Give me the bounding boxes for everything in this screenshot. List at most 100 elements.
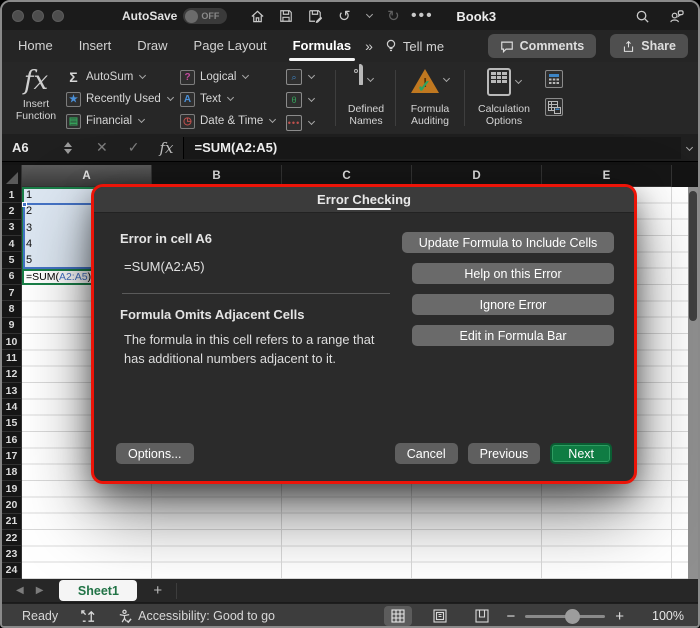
lookup-reference-menu[interactable]: ⌕ (286, 68, 314, 86)
options-button[interactable]: Options... (116, 443, 194, 464)
row-header-19[interactable]: 19 (2, 481, 22, 497)
autosum-menu[interactable]: Σ AutoSum (66, 68, 173, 86)
row-header-9[interactable]: 9 (2, 318, 22, 334)
zoom-out-button[interactable]: − (506, 608, 515, 625)
prev-sheet-icon[interactable]: ◀ (16, 585, 24, 596)
undo-icon[interactable]: ↺ (336, 8, 352, 24)
column-header-B[interactable]: B (152, 165, 282, 187)
autosave-toggle[interactable]: OFF (183, 8, 227, 24)
row-header-24[interactable]: 24 (2, 563, 22, 579)
cancel-entry-icon[interactable]: ✕ (96, 139, 108, 156)
comments-button[interactable]: Comments (488, 34, 597, 58)
vertical-scrollbar[interactable] (688, 187, 698, 579)
row-header-18[interactable]: 18 (2, 465, 22, 481)
row-header-23[interactable]: 23 (2, 546, 22, 562)
accessibility-icon[interactable] (117, 609, 132, 624)
add-sheet-button[interactable]: + (153, 582, 162, 599)
edit-in-formula-bar-button[interactable]: Edit in Formula Bar (412, 325, 614, 346)
row-header-14[interactable]: 14 (2, 399, 22, 415)
calculation-options-button[interactable]: Calculation Options (468, 66, 540, 127)
page-break-view-icon[interactable] (468, 606, 496, 626)
tell-me-control[interactable]: Tell me (385, 39, 444, 54)
tab-overflow-icon[interactable]: » (365, 38, 371, 54)
column-header-D[interactable]: D (412, 165, 542, 187)
calculate-now-icon[interactable] (545, 70, 563, 88)
financial-menu[interactable]: ▤ Financial (66, 112, 173, 130)
help-on-error-button[interactable]: Help on this Error (412, 263, 614, 284)
row-header-10[interactable]: 10 (2, 334, 22, 350)
insert-function-fx-icon[interactable]: fx (159, 139, 173, 157)
row-header-2[interactable]: 2 (2, 203, 22, 219)
zoom-in-button[interactable]: + (615, 608, 624, 625)
name-box-stepper[interactable] (64, 142, 72, 154)
row-header-15[interactable]: 15 (2, 416, 22, 432)
tab-page-layout[interactable]: Page Layout (194, 32, 267, 61)
previous-button[interactable]: Previous (468, 443, 541, 464)
formula-bar-expand-icon[interactable] (686, 144, 693, 151)
calculate-sheet-icon[interactable] (545, 98, 563, 116)
tab-formulas[interactable]: Formulas (293, 32, 352, 61)
defined-names-button[interactable]: Defined Names (340, 66, 392, 127)
normal-view-icon[interactable] (384, 606, 412, 626)
defined-names-icon (359, 66, 363, 84)
row-header-16[interactable]: 16 (2, 432, 22, 448)
recently-used-menu[interactable]: ★ Recently Used (66, 90, 173, 108)
date-time-menu[interactable]: ◷ Date & Time (180, 112, 275, 130)
column-header-E[interactable]: E (542, 165, 672, 187)
close-window-button[interactable] (12, 10, 24, 22)
ignore-error-button[interactable]: Ignore Error (412, 294, 614, 315)
text-menu[interactable]: A Text (180, 90, 275, 108)
more-commands-icon[interactable]: ••• (414, 8, 430, 24)
autosave-control[interactable]: AutoSave OFF (122, 8, 227, 24)
formula-input[interactable]: =SUM(A2:A5) (183, 137, 681, 159)
row-header-13[interactable]: 13 (2, 383, 22, 399)
save-icon[interactable] (278, 8, 294, 24)
dialog-titlebar[interactable]: Error Checking (94, 187, 634, 213)
update-formula-button[interactable]: Update Formula to Include Cells (402, 232, 614, 253)
zoom-window-button[interactable] (52, 10, 64, 22)
row-header-5[interactable]: 5 (2, 252, 22, 268)
row-header-1[interactable]: 1 (2, 187, 22, 203)
row-header-6[interactable]: 6 (2, 269, 22, 285)
logical-menu[interactable]: ? Logical (180, 68, 275, 86)
home-icon[interactable] (249, 8, 265, 24)
row-header-21[interactable]: 21 (2, 514, 22, 530)
column-header-C[interactable]: C (282, 165, 412, 187)
row-header-4[interactable]: 4 (2, 236, 22, 252)
next-sheet-icon[interactable]: ▶ (36, 585, 44, 596)
undo-menu-chevron-icon[interactable] (366, 11, 373, 18)
select-all-corner[interactable] (2, 165, 22, 187)
insert-function-button[interactable]: fx Insert Function (8, 66, 64, 122)
row-header-7[interactable]: 7 (2, 285, 22, 301)
next-button[interactable]: Next (550, 443, 612, 464)
search-icon[interactable] (634, 8, 650, 24)
tab-insert[interactable]: Insert (79, 32, 112, 61)
row-header-11[interactable]: 11 (2, 350, 22, 366)
tab-home[interactable]: Home (18, 32, 53, 61)
zoom-slider[interactable] (525, 615, 605, 618)
sheet-tab-sheet1[interactable]: Sheet1 (59, 580, 137, 601)
vertical-scrollbar-thumb[interactable] (689, 191, 697, 321)
scaling-icon[interactable] (80, 609, 95, 624)
page-layout-view-icon[interactable] (426, 606, 454, 626)
math-trig-menu[interactable]: θ (286, 91, 314, 109)
column-header-A[interactable]: A (22, 165, 152, 187)
name-box[interactable]: A6 (2, 140, 64, 155)
row-header-20[interactable]: 20 (2, 497, 22, 513)
cancel-button[interactable]: Cancel (395, 443, 458, 464)
row-header-3[interactable]: 3 (2, 220, 22, 236)
minimize-window-button[interactable] (32, 10, 44, 22)
row-header-22[interactable]: 22 (2, 530, 22, 546)
row-header-17[interactable]: 17 (2, 448, 22, 464)
account-icon[interactable] (668, 8, 684, 24)
row-header-12[interactable]: 12 (2, 367, 22, 383)
more-functions-menu[interactable]: ••• (286, 114, 314, 132)
zoom-slider-thumb[interactable] (565, 609, 580, 624)
save-as-icon[interactable] (307, 8, 323, 24)
share-button[interactable]: Share (610, 34, 688, 58)
tab-draw[interactable]: Draw (137, 32, 167, 61)
row-header-8[interactable]: 8 (2, 301, 22, 317)
range-handle[interactable] (22, 202, 27, 207)
confirm-entry-icon[interactable]: ✓ (128, 139, 140, 156)
formula-auditing-button[interactable]: !✓ Formula Auditing (400, 66, 460, 127)
